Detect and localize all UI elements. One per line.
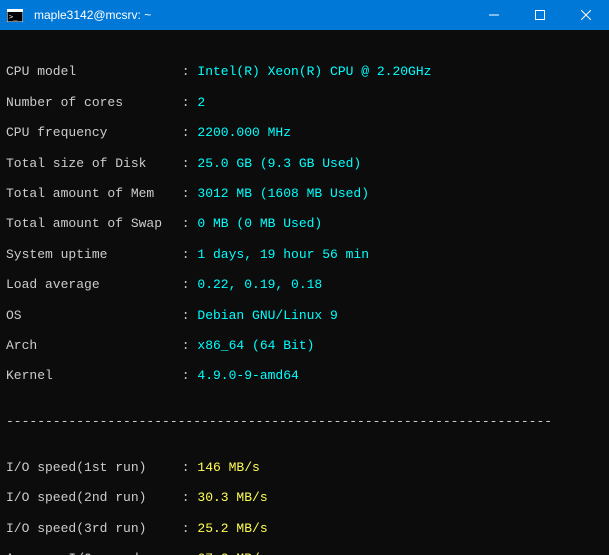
label-io1: I/O speed(1st run) — [6, 460, 174, 475]
window-titlebar: >_ maple3142@mcsrv: ~ — [0, 0, 609, 30]
terminal-icon: >_ — [0, 0, 30, 30]
maximize-button[interactable] — [517, 0, 563, 30]
terminal-body[interactable]: CPU model : Intel(R) Xeon(R) CPU @ 2.20G… — [0, 30, 609, 555]
label-uptime: System uptime — [6, 247, 174, 262]
value-kernel: 4.9.0-9-amd64 — [197, 368, 298, 383]
value-io3: 25.2 MB/s — [197, 521, 267, 536]
value-load: 0.22, 0.19, 0.18 — [197, 277, 322, 292]
label-kernel: Kernel — [6, 368, 174, 383]
close-button[interactable] — [563, 0, 609, 30]
window-title: maple3142@mcsrv: ~ — [30, 8, 471, 22]
label-load: Load average — [6, 277, 174, 292]
label-os: OS — [6, 308, 174, 323]
value-swap: 0 MB (0 MB Used) — [197, 216, 322, 231]
label-io3: I/O speed(3rd run) — [6, 521, 174, 536]
value-mem: 3012 MB (1608 MB Used) — [197, 186, 369, 201]
label-disk: Total size of Disk — [6, 156, 174, 171]
value-io-avg: 67.2 MB/s — [197, 551, 267, 555]
value-io2: 30.3 MB/s — [197, 490, 267, 505]
svg-text:>_: >_ — [9, 13, 18, 21]
value-io1: 146 MB/s — [197, 460, 259, 475]
label-cores: Number of cores — [6, 95, 174, 110]
value-cores: 2 — [197, 95, 205, 110]
value-freq: 2200.000 MHz — [197, 125, 291, 140]
minimize-button[interactable] — [471, 0, 517, 30]
value-disk: 25.0 GB (9.3 GB Used) — [197, 156, 361, 171]
value-uptime: 1 days, 19 hour 56 min — [197, 247, 369, 262]
value-os: Debian GNU/Linux 9 — [197, 308, 337, 323]
label-arch: Arch — [6, 338, 174, 353]
label-swap: Total amount of Swap — [6, 216, 174, 231]
system-info: CPU model : Intel(R) Xeon(R) CPU @ 2.20G… — [6, 49, 603, 399]
io-tests: I/O speed(1st run) : 146 MB/s I/O speed(… — [6, 444, 603, 555]
value-arch: x86_64 (64 Bit) — [197, 338, 314, 353]
label-freq: CPU frequency — [6, 125, 174, 140]
value-cpu-model: Intel(R) Xeon(R) CPU @ 2.20GHz — [197, 64, 431, 79]
label-cpu-model: CPU model — [6, 64, 174, 79]
label-io2: I/O speed(2nd run) — [6, 490, 174, 505]
divider: ----------------------------------------… — [6, 414, 603, 429]
label-mem: Total amount of Mem — [6, 186, 174, 201]
label-io-avg: Average I/O speed — [6, 551, 174, 555]
